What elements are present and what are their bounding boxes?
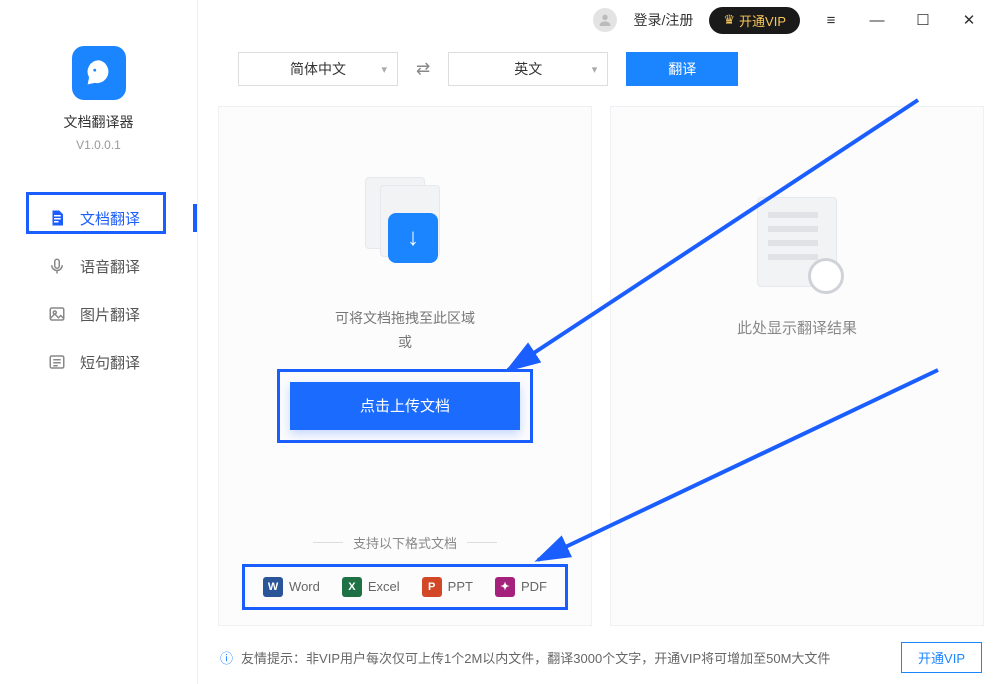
- annotation-box: WWord XExcel PPPT ✦PDF: [242, 564, 568, 610]
- translate-button[interactable]: 翻译: [626, 52, 738, 86]
- target-language-select[interactable]: 英文 ▾: [448, 52, 608, 86]
- nav-item-label: 短句翻译: [80, 352, 140, 373]
- result-placeholder-icon: [757, 197, 837, 287]
- upload-document-button[interactable]: 点击上传文档: [290, 382, 520, 430]
- drag-hint-text: 可将文档拖拽至此区域: [335, 307, 475, 331]
- microphone-icon: [46, 255, 68, 277]
- nav-item-image-translate[interactable]: 图片翻译: [0, 290, 197, 338]
- open-vip-button[interactable]: 开通VIP: [901, 642, 982, 673]
- or-text: 或: [335, 331, 475, 355]
- image-icon: [46, 303, 68, 325]
- format-excel: XExcel: [342, 577, 400, 597]
- tip-label: 友情提示：: [241, 648, 306, 667]
- ppt-icon: P: [422, 577, 442, 597]
- source-language-select[interactable]: 简体中文 ▾: [238, 52, 398, 86]
- excel-icon: X: [342, 577, 362, 597]
- swap-languages-button[interactable]: ⇄: [416, 59, 430, 79]
- tip-bar: ⓘ 友情提示： 非VIP用户每次仅可上传1个2M以内文件，翻译3000个文字，开…: [220, 640, 982, 674]
- format-pdf: ✦PDF: [495, 577, 547, 597]
- nav-item-label: 图片翻译: [80, 304, 140, 325]
- nav-item-voice-translate[interactable]: 语音翻译: [0, 242, 197, 290]
- app-name: 文档翻译器: [0, 112, 197, 132]
- pdf-icon: ✦: [495, 577, 515, 597]
- tip-text: 非VIP用户每次仅可上传1个2M以内文件，翻译3000个文字，开通VIP将可增加…: [306, 648, 830, 667]
- source-language-value: 简体中文: [290, 59, 346, 79]
- caret-down-icon: ▾: [592, 63, 598, 76]
- caret-down-icon: ▾: [381, 63, 387, 76]
- word-icon: W: [263, 577, 283, 597]
- nav-item-label: 语音翻译: [80, 256, 140, 277]
- document-icon: [46, 207, 68, 229]
- annotation-box: 点击上传文档: [277, 369, 533, 443]
- document-stack-icon: ↓: [360, 177, 450, 267]
- supported-formats-title: 支持以下格式文档: [313, 533, 497, 552]
- sidebar: 文档翻译器 V1.0.0.1 文档翻译 语音翻译 图片翻译 短句翻译: [0, 0, 198, 684]
- app-version: V1.0.0.1: [0, 138, 197, 152]
- nav-item-doc-translate[interactable]: 文档翻译: [0, 194, 197, 242]
- download-arrow-icon: ↓: [388, 213, 438, 263]
- format-ppt: PPPT: [422, 577, 473, 597]
- upload-panel[interactable]: ↓ 可将文档拖拽至此区域 或 点击上传文档 支持以下格式文档 WWord XEx…: [218, 106, 592, 626]
- nav-item-sentence-translate[interactable]: 短句翻译: [0, 338, 197, 386]
- result-panel: 此处显示翻译结果: [610, 106, 984, 626]
- info-icon: ⓘ: [220, 648, 233, 667]
- nav-item-label: 文档翻译: [80, 208, 140, 229]
- format-word: WWord: [263, 577, 320, 597]
- text-lines-icon: [46, 351, 68, 373]
- result-placeholder-text: 此处显示翻译结果: [737, 317, 857, 338]
- app-logo-icon: [72, 46, 126, 100]
- target-language-value: 英文: [514, 59, 542, 79]
